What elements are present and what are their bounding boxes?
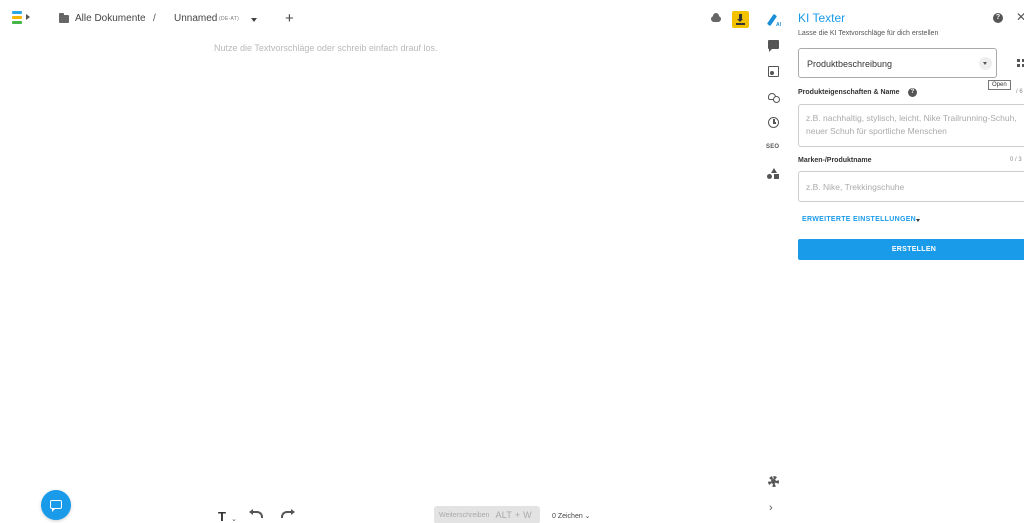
breadcrumb-separator: / bbox=[153, 13, 156, 24]
product-properties-label: Produkteigenschaften & Name bbox=[798, 89, 900, 96]
document-name[interactable]: Unnamed bbox=[174, 13, 217, 24]
download-button[interactable] bbox=[732, 11, 749, 28]
app-window: Alle Dokumente / Unnamed (DE-AT) + Nutze… bbox=[0, 0, 1024, 523]
download-arrow-icon bbox=[737, 14, 743, 22]
chat-button[interactable] bbox=[41, 490, 71, 520]
menu-bar-blue bbox=[12, 11, 22, 14]
favorites-icon[interactable] bbox=[767, 91, 780, 104]
chat-bubble-icon bbox=[50, 500, 62, 512]
select-open-icon[interactable] bbox=[979, 57, 992, 70]
product-properties-counter: / 6 bbox=[1016, 89, 1023, 95]
shapes-icon[interactable] bbox=[767, 168, 780, 181]
advanced-settings-caret-icon[interactable] bbox=[916, 219, 920, 222]
text-format-caret-icon[interactable]: ⌄ bbox=[231, 515, 237, 523]
open-tooltip: Open bbox=[988, 80, 1011, 90]
add-document-button[interactable]: + bbox=[285, 11, 294, 26]
close-icon[interactable]: ✕ bbox=[1016, 10, 1024, 24]
settings-gear-icon[interactable] bbox=[767, 475, 780, 488]
menu-icon[interactable] bbox=[12, 11, 34, 27]
cloud-sync-icon[interactable] bbox=[711, 13, 721, 22]
menu-bar-yellow bbox=[12, 16, 22, 19]
language-tag: (DE-AT) bbox=[219, 16, 240, 22]
breadcrumb-all-documents[interactable]: Alle Dokumente bbox=[75, 13, 146, 24]
info-icon[interactable]: ? bbox=[908, 88, 917, 97]
ki-texter-panel: KI Texter ? ✕ Lasse die KI Textvorschläg… bbox=[788, 0, 1024, 523]
brand-name-counter: 0 / 3 bbox=[1010, 157, 1022, 163]
character-count[interactable]: 0 Zeichen ⌄ bbox=[552, 512, 591, 520]
product-properties-input[interactable]: z.B. nachhaltig, stylisch, leicht, Nike … bbox=[798, 104, 1024, 147]
seo-icon[interactable]: SEO bbox=[766, 144, 782, 157]
document-menu-caret-icon[interactable] bbox=[251, 18, 257, 22]
download-tray-icon bbox=[736, 23, 745, 25]
help-icon[interactable]: ? bbox=[993, 13, 1003, 23]
text-type-value: Produktbeschreibung bbox=[807, 59, 893, 69]
chat-icon[interactable] bbox=[767, 39, 780, 52]
advanced-settings-toggle[interactable]: ERWEITERTE EINSTELLUNGEN bbox=[802, 216, 916, 223]
collapse-chevron-icon[interactable]: › bbox=[769, 502, 782, 515]
grid-view-icon[interactable] bbox=[1017, 59, 1024, 67]
continue-writing-label: Weiterschreiben bbox=[439, 511, 490, 519]
continue-writing-button[interactable]: Weiterschreiben ALT + W bbox=[434, 506, 540, 523]
tool-rail: AI SEO › bbox=[758, 0, 788, 523]
panel-subtitle: Lasse die KI Textvorschläge für dich ers… bbox=[798, 30, 939, 37]
history-icon[interactable] bbox=[767, 116, 780, 129]
top-bar: Alle Dokumente / Unnamed (DE-AT) + bbox=[0, 0, 758, 40]
folder-icon bbox=[59, 13, 69, 23]
image-icon[interactable] bbox=[767, 65, 780, 78]
text-type-select[interactable]: Produktbeschreibung bbox=[798, 48, 997, 78]
create-button[interactable]: ERSTELLEN bbox=[798, 239, 1024, 260]
panel-title: KI Texter bbox=[798, 11, 846, 25]
brand-name-label: Marken-/Produktname bbox=[798, 157, 872, 164]
menu-bar-green bbox=[12, 21, 22, 24]
continue-writing-shortcut: ALT + W bbox=[495, 510, 532, 520]
brand-name-input[interactable]: z.B. Nike, Trekkingschuhe bbox=[798, 171, 1024, 202]
redo-icon[interactable] bbox=[281, 509, 295, 518]
undo-icon[interactable] bbox=[249, 509, 263, 518]
ai-writer-icon[interactable]: AI bbox=[766, 13, 781, 28]
editor-placeholder[interactable]: Nutze die Textvorschläge oder schreib ei… bbox=[214, 43, 437, 53]
text-format-button[interactable]: T bbox=[218, 509, 226, 523]
menu-arrow-icon bbox=[26, 14, 30, 20]
